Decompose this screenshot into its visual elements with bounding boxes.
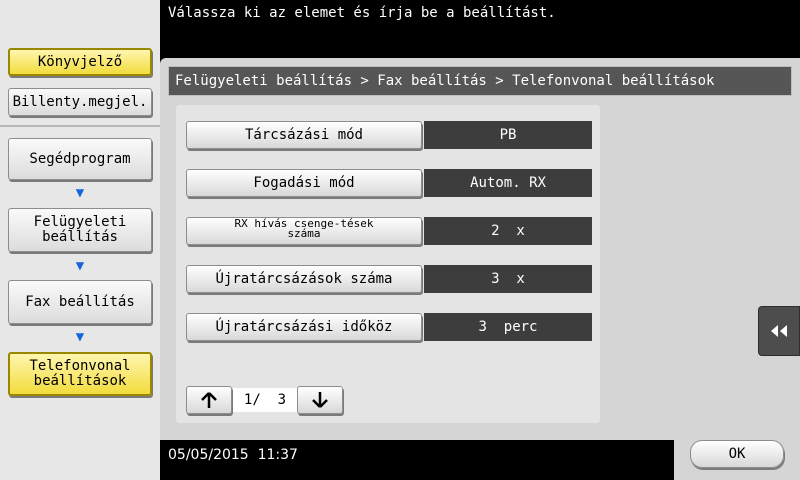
page-down-button[interactable] — [297, 386, 343, 414]
bookmark-button[interactable]: Könyvjelző — [8, 48, 152, 76]
rx-ring-count-value: 2 x — [424, 217, 592, 245]
nav-utility[interactable]: Segédprogram — [8, 138, 152, 180]
sidebar: Könyvjelző Billenty.megjel. Segédprogram… — [0, 0, 160, 480]
receive-mode-button[interactable]: Fogadási mód — [186, 169, 422, 197]
nav-admin-settings-label: Felügyeleti beállítás — [33, 214, 127, 245]
arrow-up-icon — [201, 392, 217, 408]
double-left-arrow-icon — [771, 325, 787, 337]
rx-ring-count-label: RX hívás csenge-tések száma — [234, 217, 374, 240]
arrow-down-icon — [312, 392, 328, 408]
ok-button[interactable]: OK — [690, 440, 784, 468]
settings-list — [176, 105, 600, 423]
nav-fax-settings[interactable]: Fax beállítás — [8, 280, 152, 324]
down-arrow-icon: ▼ — [75, 185, 85, 201]
receive-mode-label: Fogadási mód — [253, 175, 355, 191]
breadcrumb: Felügyeleti beállítás > Fax beállítás > … — [168, 66, 792, 96]
page-up-button[interactable] — [186, 386, 232, 414]
redial-interval-value: 3 perc — [424, 313, 592, 341]
down-arrow-icon: ▼ — [75, 329, 85, 345]
receive-mode-value: Autom. RX — [424, 169, 592, 197]
keyboard-display-label: Billenty.megjel. — [12, 93, 148, 110]
redial-count-button[interactable]: Újratárcsázások száma — [186, 265, 422, 293]
nav-phone-line-settings-label: Telefonvonal beállítások — [29, 358, 131, 389]
date-time: 05/05/2015 11:37 — [168, 447, 298, 463]
nav-admin-settings[interactable]: Felügyeleti beállítás — [8, 208, 152, 252]
instruction-message: Válassza ki az elemet és írja be a beáll… — [168, 5, 556, 21]
keyboard-display-button[interactable]: Billenty.megjel. — [8, 88, 152, 116]
dialing-mode-button[interactable]: Tárcsázási mód — [186, 121, 422, 149]
sidebar-divider — [0, 125, 160, 127]
bookmark-button-label: Könyvjelző — [37, 53, 123, 70]
redial-interval-button[interactable]: Újratárcsázási időköz — [186, 313, 422, 341]
collapse-panel-button[interactable] — [758, 306, 800, 356]
nav-phone-line-settings[interactable]: Telefonvonal beállítások — [8, 352, 152, 396]
redial-count-label: Újratárcsázások száma — [215, 271, 393, 287]
dialing-mode-value: PB — [424, 121, 592, 149]
down-arrow-icon: ▼ — [75, 258, 85, 274]
redial-count-value: 3 x — [424, 265, 592, 293]
nav-fax-settings-label: Fax beállítás — [25, 293, 135, 310]
redial-interval-label: Újratárcsázási időköz — [215, 319, 393, 335]
nav-utility-label: Segédprogram — [29, 150, 131, 167]
ok-label: OK — [728, 446, 746, 462]
rx-ring-count-button[interactable]: RX hívás csenge-tések száma — [186, 217, 422, 245]
dialing-mode-label: Tárcsázási mód — [244, 127, 363, 143]
page-indicator: 1/ 3 — [233, 388, 297, 412]
